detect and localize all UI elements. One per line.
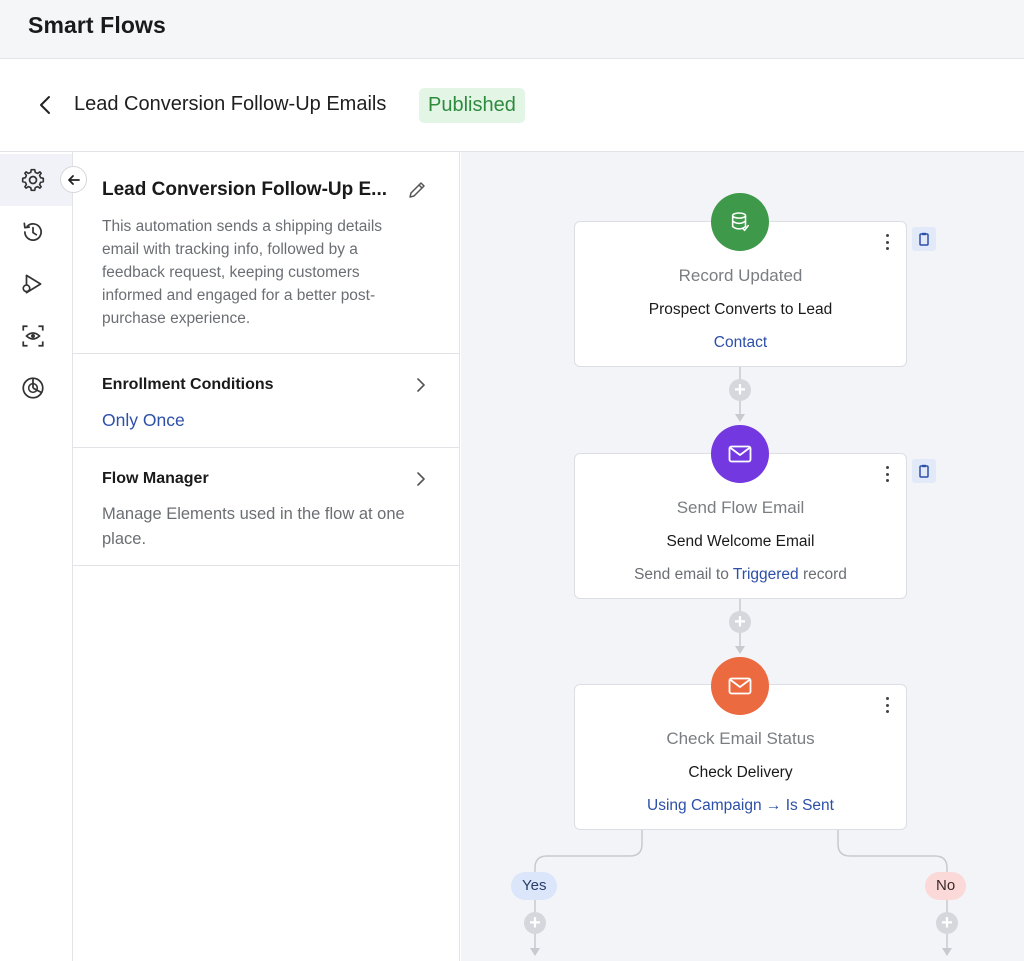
enrollment-value: Only Once [102, 410, 185, 430]
app-topbar: Smart Flows [0, 0, 1024, 59]
enrollment-conditions-section[interactable]: Enrollment Conditions Only Once [73, 354, 459, 448]
back-button[interactable] [34, 93, 56, 117]
node-detail-link[interactable]: Triggered [733, 566, 799, 583]
collapse-panel-button[interactable] [60, 166, 87, 193]
node-name: Check Delivery [688, 764, 793, 781]
node-detail: Contact [575, 334, 906, 352]
enrollment-title: Enrollment Conditions [102, 376, 274, 393]
node-name: Prospect Converts to Lead [648, 301, 833, 318]
flow-manager-section[interactable]: Flow Manager Manage Elements used in the… [73, 448, 459, 566]
gear-icon [21, 168, 45, 192]
flow-manager-title: Flow Manager [102, 470, 209, 487]
flow-settings-panel: Lead Conversion Follow-Up E... This auto… [73, 152, 460, 961]
icon-rail [0, 152, 73, 961]
preview-eye-icon [22, 325, 44, 347]
branch-yes[interactable]: Yes [511, 872, 558, 900]
rail-item-history[interactable] [0, 206, 72, 258]
node-type: Check Email Status [666, 729, 815, 748]
add-step-button[interactable]: + [936, 912, 958, 934]
add-step-button[interactable]: + [729, 611, 751, 633]
node-detail-link[interactable]: Using Campaign → Is Sent [647, 797, 834, 814]
node-detail-prefix: Send email to [634, 566, 733, 583]
clipboard-icon [919, 464, 929, 478]
envelope-icon [728, 445, 752, 463]
node-detail-link[interactable]: Contact [714, 334, 767, 351]
run-flow-icon [22, 274, 42, 294]
node-icon-send-email [711, 425, 769, 483]
rail-item-run[interactable] [0, 258, 72, 310]
node-detail: Using Campaign → Is Sent [575, 797, 906, 815]
edit-name-button[interactable] [407, 180, 429, 202]
chevron-left-icon [40, 96, 50, 114]
rail-item-analytics[interactable] [0, 362, 72, 414]
envelope-icon [728, 677, 752, 695]
status-badge: Published [419, 88, 525, 123]
add-step-button[interactable]: + [524, 912, 546, 934]
app-title: Smart Flows [28, 12, 166, 38]
flow-header: Lead Conversion Follow-Up Emails Publish… [0, 59, 1024, 152]
flow-name: Lead Conversion Follow-Up E... [102, 179, 388, 200]
flow-canvas[interactable]: Record Updated Prospect Converts to Lead… [461, 152, 1024, 961]
node-side-action[interactable] [912, 227, 936, 251]
node-side-action[interactable] [912, 459, 936, 483]
flow-manager-description: Manage Elements used in the flow at one … [102, 505, 405, 548]
node-menu-button[interactable] [881, 466, 893, 482]
node-icon-record-updated [711, 193, 769, 251]
rail-item-preview[interactable] [0, 310, 72, 362]
database-icon [731, 212, 750, 232]
node-detail: Send email to Triggered record [575, 566, 906, 584]
node-menu-button[interactable] [881, 697, 893, 713]
chevron-right-icon [412, 376, 430, 394]
flow-title: Lead Conversion Follow-Up Emails [74, 93, 387, 115]
analytics-icon [22, 377, 44, 399]
node-menu-button[interactable] [881, 234, 893, 250]
arrow-left-icon [67, 174, 80, 185]
chevron-right-icon [412, 470, 430, 488]
node-icon-check-status [711, 657, 769, 715]
pencil-icon [409, 182, 425, 198]
branch-no[interactable]: No [925, 872, 967, 900]
flow-description: This automation sends a shipping details… [102, 218, 383, 327]
node-detail-suffix: record [798, 566, 847, 583]
add-step-button[interactable]: + [729, 379, 751, 401]
flow-details-section: Lead Conversion Follow-Up E... This auto… [73, 152, 459, 354]
node-name: Send Welcome Email [666, 533, 815, 550]
node-type: Send Flow Email [676, 498, 805, 517]
history-icon [23, 222, 42, 241]
node-type: Record Updated [678, 266, 803, 285]
clipboard-icon [919, 232, 929, 246]
